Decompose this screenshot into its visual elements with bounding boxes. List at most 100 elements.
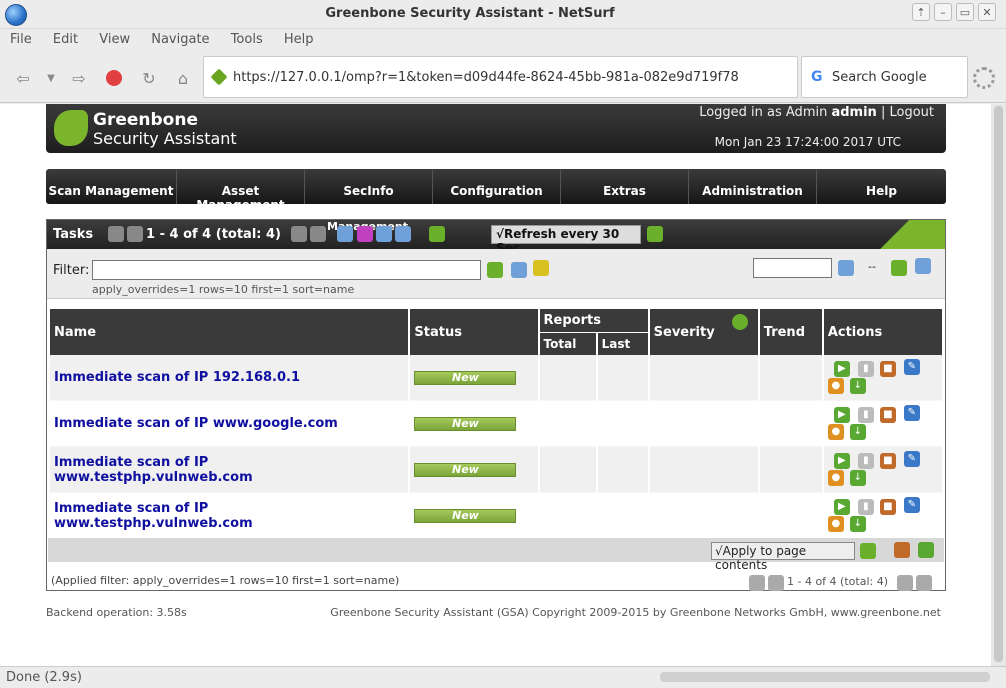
clone-icon[interactable]: ● — [827, 377, 844, 394]
url-bar[interactable]: https://127.0.0.1/omp?r=1&token=d09d44fe… — [203, 56, 798, 98]
start-icon[interactable]: ▶ — [833, 498, 850, 515]
col-reports-total[interactable]: Total — [539, 332, 596, 355]
logo-line1: Greenbone — [93, 110, 198, 130]
clone-icon[interactable]: ● — [827, 469, 844, 486]
trashcan-icon[interactable]: ■ — [879, 406, 896, 423]
filter-input[interactable] — [92, 260, 481, 280]
table-row: Immediate scan of IP www.testphp.vulnweb… — [50, 447, 942, 493]
start-icon[interactable]: ▶ — [833, 360, 850, 377]
nav-asset-management[interactable]: Asset Management — [177, 169, 305, 212]
filter-summary: apply_overrides=1 rows=10 first=1 sort=n… — [92, 283, 355, 296]
apply-refresh-icon[interactable] — [860, 543, 876, 559]
bulk-export-icon[interactable] — [918, 542, 934, 558]
start-icon[interactable]: ▶ — [833, 452, 850, 469]
export-icon[interactable]: ↓ — [849, 377, 866, 394]
stop-icon[interactable] — [103, 67, 125, 89]
refresh-icon[interactable] — [647, 226, 663, 242]
menu-view[interactable]: View — [99, 29, 130, 47]
export-icon[interactable]: ↓ — [849, 469, 866, 486]
username-link[interactable]: admin — [831, 105, 876, 120]
url-text: https://127.0.0.1/omp?r=1&token=d09d44fe… — [233, 70, 739, 85]
col-severity[interactable]: Severity — [649, 309, 758, 355]
clone-icon[interactable]: ● — [827, 515, 844, 532]
edit-icon[interactable]: ✎ — [903, 358, 920, 375]
forward-icon[interactable]: ⇨ — [68, 67, 90, 89]
back-history-dropdown-icon[interactable]: ▼ — [40, 67, 62, 89]
export-icon[interactable]: ↓ — [849, 423, 866, 440]
first-page-icon[interactable] — [108, 226, 124, 242]
new-task-wizard-icon[interactable] — [357, 226, 373, 242]
menu-help[interactable]: Help — [284, 29, 314, 47]
site-security-icon — [210, 68, 228, 86]
task-name-link[interactable]: Immediate scan of IP www.google.com — [54, 416, 338, 431]
edit-icon[interactable]: ✎ — [903, 450, 920, 467]
filter-select[interactable] — [753, 258, 832, 278]
nav-extras[interactable]: Extras — [561, 169, 689, 204]
window-maximize-button[interactable]: ▭ — [956, 3, 974, 21]
reload-icon[interactable]: ↻ — [138, 67, 160, 89]
export-download-icon[interactable] — [429, 226, 445, 242]
list-view-icon[interactable] — [395, 226, 411, 242]
task-name-link[interactable]: Immediate scan of IP www.testphp.vulnweb… — [54, 455, 253, 485]
task-count: 1 - 4 of 4 (total: 4) — [146, 227, 281, 242]
vertical-scrollbar-thumb[interactable] — [994, 106, 1003, 662]
col-name[interactable]: Name — [50, 309, 409, 355]
task-name-link[interactable]: Immediate scan of IP www.testphp.vulnweb… — [54, 501, 253, 531]
edit-icon[interactable]: ✎ — [903, 496, 920, 513]
search-box[interactable]: G Search Google — [801, 56, 968, 98]
back-icon[interactable]: ⇦ — [12, 67, 34, 89]
bottom-next-page-icon[interactable] — [897, 575, 913, 591]
trashcan-icon[interactable]: ■ — [879, 452, 896, 469]
previous-page-icon[interactable] — [127, 226, 143, 242]
home-icon[interactable]: ⌂ — [172, 67, 194, 89]
actions-cell: ▶ ▮ ■ ✎ ● ↓ — [823, 401, 942, 447]
filter-dropdown[interactable]: -- — [868, 260, 876, 273]
start-icon[interactable]: ▶ — [833, 406, 850, 423]
window-close-button[interactable]: ✕ — [978, 3, 996, 21]
menu-file[interactable]: File — [10, 29, 32, 47]
help-icon[interactable] — [337, 226, 353, 242]
nav-help[interactable]: Help — [817, 169, 946, 204]
bottom-previous-page-icon[interactable] — [768, 575, 784, 591]
edit-icon[interactable]: ✎ — [903, 404, 920, 421]
login-info: Logged in as Admin admin | Logout — [699, 105, 934, 120]
vertical-scrollbar[interactable] — [991, 104, 1006, 666]
refresh-interval-select[interactable]: √Refresh every 30 Sec. — [491, 225, 641, 255]
bottom-last-page-icon[interactable] — [916, 575, 932, 591]
col-status[interactable]: Status — [410, 309, 538, 355]
logout-link[interactable]: Logout — [889, 105, 934, 120]
menu-tools[interactable]: Tools — [231, 29, 263, 47]
horizontal-scrollbar[interactable] — [660, 672, 990, 682]
new-task-icon[interactable] — [376, 226, 392, 242]
col-trend[interactable]: Trend — [759, 309, 822, 355]
switch-filter-icon[interactable] — [891, 260, 907, 276]
filters-list-icon[interactable] — [915, 258, 931, 274]
clone-icon[interactable]: ● — [827, 423, 844, 440]
task-name-link[interactable]: Immediate scan of IP 192.168.0.1 — [54, 370, 300, 385]
filter-refresh-icon[interactable] — [487, 262, 503, 278]
last-page-icon[interactable] — [310, 226, 326, 242]
overrides-icon[interactable] — [731, 314, 748, 330]
export-icon[interactable]: ↓ — [849, 515, 866, 532]
apply-to-select[interactable]: √Apply to page contents — [711, 542, 855, 572]
nav-configuration[interactable]: Configuration — [433, 169, 561, 204]
menu-edit[interactable]: Edit — [53, 29, 78, 47]
menu-navigate[interactable]: Navigate — [151, 29, 209, 47]
trashcan-icon[interactable]: ■ — [879, 360, 896, 377]
gsa-header: Greenbone Security Assistant Logged in a… — [46, 104, 946, 153]
task-status-cell: New — [410, 447, 538, 493]
window-shade-button[interactable]: ⇡ — [912, 3, 930, 21]
next-page-icon[interactable] — [291, 226, 307, 242]
window-minimize-button[interactable]: – — [934, 3, 952, 21]
trashcan-icon[interactable]: ■ — [879, 498, 896, 515]
filter-help-icon[interactable] — [511, 262, 527, 278]
bottom-first-page-icon[interactable] — [749, 575, 765, 591]
bulk-trashcan-icon[interactable] — [894, 542, 910, 558]
col-reports-last[interactable]: Last — [597, 332, 648, 355]
save-filter-icon[interactable] — [838, 260, 854, 276]
section-title: Tasks — [53, 227, 94, 242]
new-filter-icon[interactable] — [533, 260, 549, 276]
nav-secinfo[interactable]: SecInfo — [305, 169, 433, 204]
nav-scan-management[interactable]: Scan Management — [46, 169, 177, 204]
nav-administration[interactable]: Administration — [689, 169, 817, 204]
